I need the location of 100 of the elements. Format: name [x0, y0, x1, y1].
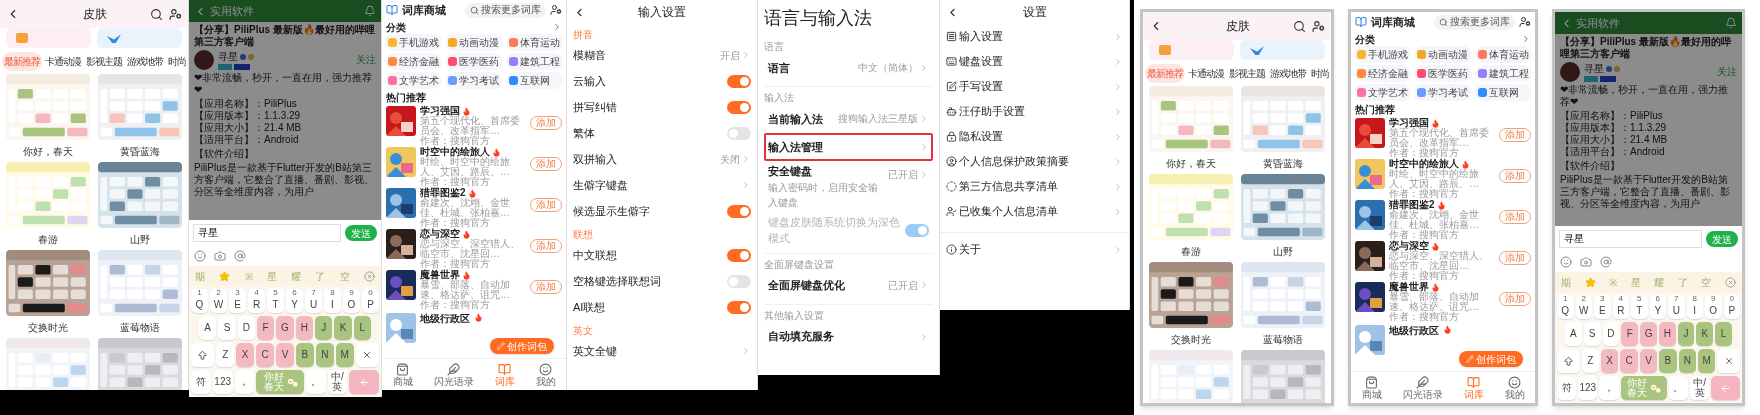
banner-card[interactable]: [1240, 40, 1325, 60]
close-icon[interactable]: [1724, 276, 1736, 288]
keyboard-key[interactable]: X: [1601, 349, 1619, 373]
keyboard-key[interactable]: 4 R: [248, 289, 265, 313]
toggle-switch[interactable]: [727, 248, 751, 262]
chevron-icon[interactable]: [1521, 34, 1531, 44]
keyboard-key[interactable]: 5 T: [267, 289, 284, 313]
category-chip[interactable]: 互联网: [1474, 84, 1532, 101]
item-title[interactable]: 学习强国: [1389, 118, 1429, 128]
mention-icon[interactable]: [1600, 256, 1612, 268]
category-tab[interactable]: 影视主题: [1227, 63, 1267, 83]
keyboard-key[interactable]: M: [335, 343, 354, 367]
keyboard-key[interactable]: 2 W: [210, 289, 227, 313]
settings-row[interactable]: 隐私设置: [940, 124, 1129, 149]
keyboard-key[interactable]: 符: [191, 370, 211, 394]
keyboard-key[interactable]: 8 I: [1686, 295, 1703, 319]
nav-tab[interactable]: 我的: [535, 362, 556, 387]
keyboard-key[interactable]: 0 P: [362, 289, 379, 313]
category-chip[interactable]: 动画动漫: [445, 34, 503, 51]
category-chip[interactable]: 学习考试: [1414, 84, 1472, 101]
settings-row[interactable]: 输入法管理: [764, 133, 933, 161]
keyboard-key[interactable]: H: [295, 316, 313, 340]
keyboard-key[interactable]: G: [276, 316, 294, 340]
toggle-switch[interactable]: [727, 126, 751, 140]
keyboard-key[interactable]: L: [353, 316, 371, 340]
keyboard-key[interactable]: Z: [216, 343, 235, 367]
shift-key[interactable]: [1557, 349, 1580, 373]
item-title[interactable]: 猎罪图鉴2: [1389, 200, 1435, 210]
settings-row[interactable]: 繁体: [567, 120, 757, 146]
settings-row[interactable]: 候选显示生僻字: [567, 198, 757, 224]
item-title[interactable]: 魔兽世界: [420, 270, 460, 280]
keyboard-key[interactable]: 1 Q: [191, 289, 208, 313]
item-title[interactable]: 学习强国: [420, 106, 460, 116]
category-chip[interactable]: 手机游戏: [1354, 46, 1412, 63]
keyboard-key[interactable]: S: [218, 316, 236, 340]
keyboard-key[interactable]: G: [1640, 322, 1657, 346]
user-settings-icon[interactable]: [550, 4, 562, 16]
category-chip[interactable]: 手机游戏: [385, 34, 443, 51]
keyboard-key[interactable]: D: [1602, 322, 1620, 346]
keyboard-key[interactable]: S: [1583, 322, 1601, 346]
settings-row[interactable]: 当前输入法 搜狗输入法三星版: [764, 105, 933, 133]
search-field[interactable]: 搜索更多词库: [1434, 14, 1515, 30]
keyboard-key[interactable]: F: [1621, 322, 1639, 346]
user-settings-icon[interactable]: [169, 7, 182, 21]
keyboard-key[interactable]: Z: [1581, 349, 1599, 373]
keyboard-key[interactable]: 4 R: [1612, 295, 1629, 319]
nav-tab[interactable]: 我的: [1504, 375, 1525, 400]
category-chip[interactable]: 体育运动: [505, 34, 563, 51]
settings-row[interactable]: 手写设置: [940, 74, 1129, 99]
settings-row[interactable]: 已收集个人信息清单: [940, 199, 1129, 224]
keyboard-key[interactable]: 9 O: [343, 289, 360, 313]
item-title[interactable]: 时空中的绘旅人: [1389, 159, 1459, 169]
keyboard-key[interactable]: ，: [234, 370, 255, 394]
keyboard-key[interactable]: J: [1677, 322, 1695, 346]
avatar-icon[interactable]: [1560, 62, 1580, 82]
category-chip[interactable]: 经济金融: [1354, 65, 1412, 82]
keyboard-skin-drawing[interactable]: [1149, 262, 1233, 328]
category-tab[interactable]: 时尚: [1309, 63, 1331, 83]
keyboard-key[interactable]: 123: [1578, 376, 1598, 400]
category-chip[interactable]: 建筑工程: [505, 53, 563, 70]
settings-row[interactable]: 键盘设置: [940, 49, 1129, 74]
keyboard-key[interactable]: X: [236, 343, 255, 367]
category-chip[interactable]: 文学艺术: [1354, 84, 1412, 101]
keyboard-key[interactable]: M: [1697, 349, 1716, 373]
nav-tab[interactable]: 闪光语录: [1402, 375, 1443, 400]
toggle-switch[interactable]: [727, 204, 751, 218]
category-tab[interactable]: 影视主题: [84, 51, 124, 71]
message-field[interactable]: 寻星: [1559, 230, 1702, 248]
settings-row[interactable]: 生僻字键盘: [567, 172, 757, 198]
banner-card[interactable]: [1149, 40, 1234, 60]
keyboard-key[interactable]: 中/英: [327, 370, 348, 394]
author-name[interactable]: 寻星: [218, 50, 238, 63]
keyboard-key[interactable]: 。: [305, 370, 326, 394]
keyboard-key[interactable]: V: [276, 343, 294, 367]
keyboard-key[interactable]: A: [1565, 322, 1582, 346]
search-icon[interactable]: [1293, 19, 1306, 33]
keyboard-key[interactable]: A: [199, 316, 217, 340]
settings-row[interactable]: 语言 中文（简体）: [764, 54, 933, 82]
keyboard-key[interactable]: K: [334, 316, 352, 340]
keyboard-key[interactable]: 9 O: [1705, 295, 1722, 319]
keyboard-key[interactable]: 5 T: [1631, 295, 1648, 319]
item-title[interactable]: 恋与深空: [420, 229, 460, 239]
keyboard-skin-drawing[interactable]: [6, 250, 90, 316]
banner-card[interactable]: [97, 28, 182, 48]
category-chip[interactable]: 体育运动: [1474, 46, 1532, 63]
keyboard-key[interactable]: ，: [1599, 376, 1619, 400]
avatar-icon[interactable]: [194, 50, 214, 70]
camera-icon[interactable]: [1580, 256, 1592, 268]
settings-row[interactable]: 关于: [940, 237, 1129, 262]
category-chip[interactable]: 互联网: [505, 72, 563, 89]
category-tab[interactable]: 卡通动漫: [43, 51, 83, 71]
settings-row[interactable]: 全面屏键盘优化 已开启: [764, 271, 933, 300]
keyboard-key[interactable]: 0 P: [1723, 295, 1740, 319]
star-icon[interactable]: [1584, 276, 1596, 288]
settings-row[interactable]: 个人信息保护政策摘要: [940, 149, 1129, 174]
settings-row[interactable]: 自动填充服务: [764, 322, 933, 351]
item-title[interactable]: 魔兽世界: [1389, 282, 1429, 292]
item-title[interactable]: 地级行政区: [1389, 325, 1439, 336]
nav-tab[interactable]: 商城: [392, 362, 413, 387]
settings-row[interactable]: 中文联想: [567, 242, 757, 268]
